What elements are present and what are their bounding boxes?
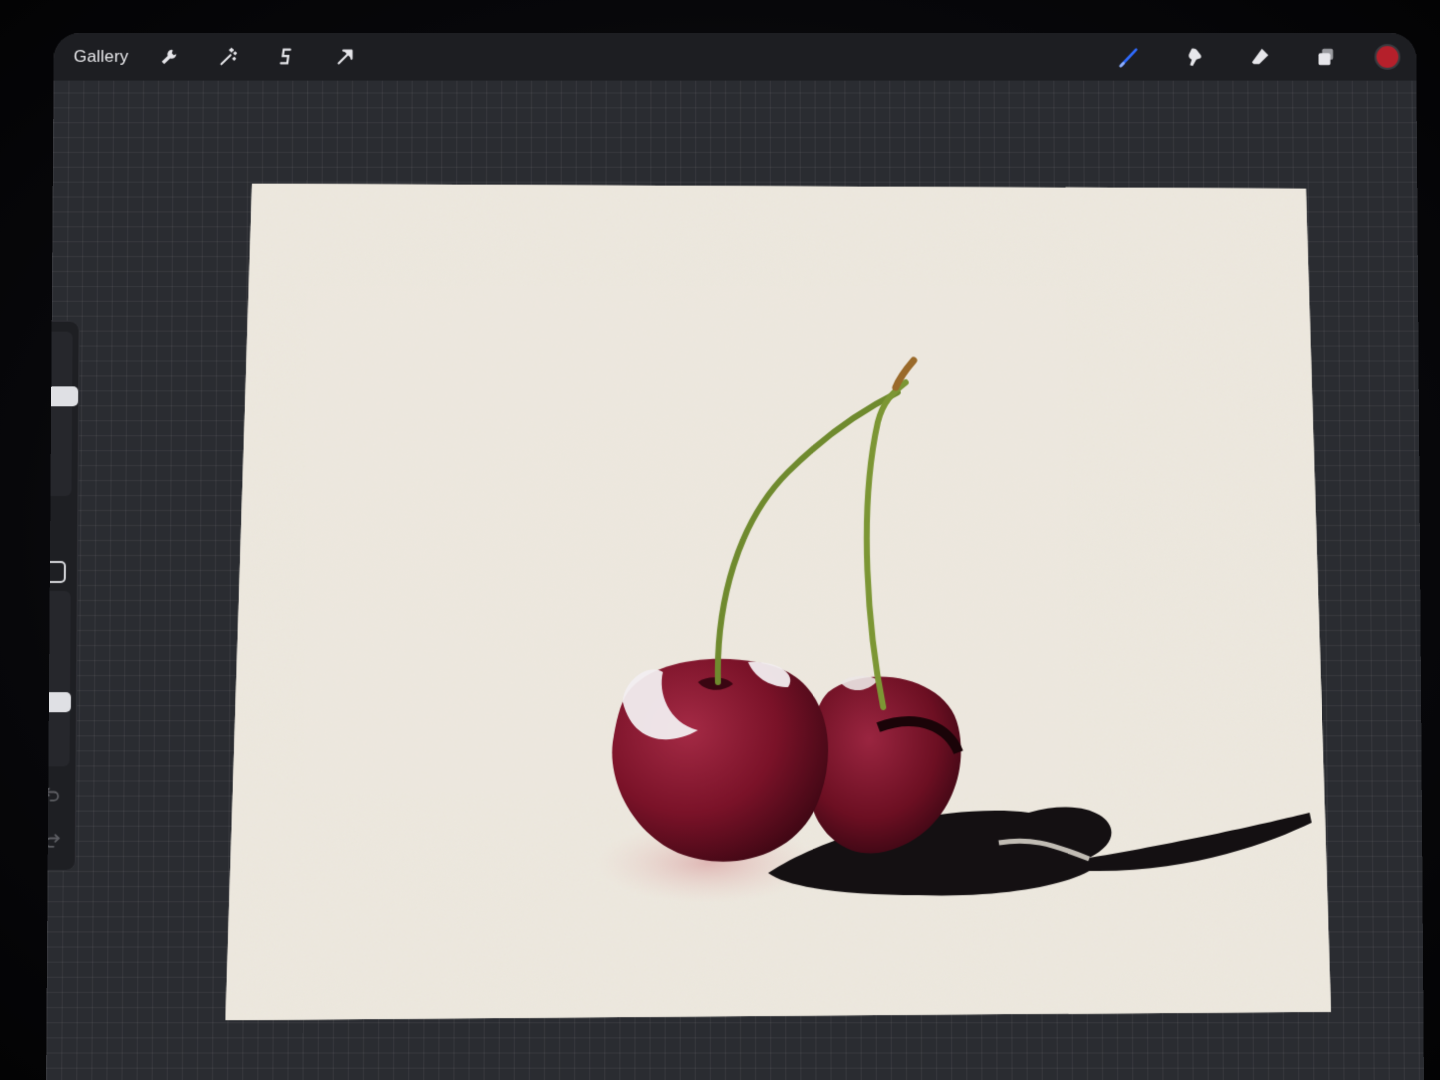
redo-button[interactable]: [46, 828, 67, 854]
eraser-icon[interactable]: [1243, 40, 1277, 74]
toolbar-left-group: Gallery: [54, 40, 388, 74]
redo-arrow-icon: [46, 831, 62, 851]
undo-arrow-icon: [46, 784, 62, 804]
drawing-canvas[interactable]: [225, 184, 1331, 1021]
opacity-slider-thumb[interactable]: [46, 691, 72, 712]
brush-icon[interactable]: [1112, 40, 1146, 74]
gallery-button[interactable]: Gallery: [74, 43, 139, 71]
paper-texture: [225, 184, 1331, 1021]
adjustments-magic-wand-icon[interactable]: [211, 40, 245, 74]
cherry-painting: [225, 184, 1331, 1021]
undo-button[interactable]: [46, 781, 67, 807]
opacity-slider[interactable]: [46, 591, 71, 767]
left-sidebar: [46, 320, 80, 871]
brush-size-slider-thumb[interactable]: [46, 386, 79, 407]
top-toolbar: Gallery: [53, 33, 1417, 81]
procreate-screen: Gallery: [46, 33, 1424, 1080]
transform-arrow-icon[interactable]: [328, 40, 362, 74]
modify-button[interactable]: [46, 560, 66, 583]
toolbar-right-group: [1112, 33, 1401, 80]
color-swatch[interactable]: [1374, 44, 1401, 70]
layers-icon[interactable]: [1309, 40, 1343, 74]
actions-wrench-icon[interactable]: [152, 40, 186, 74]
smudge-icon[interactable]: [1177, 40, 1211, 74]
selection-s-curve-icon[interactable]: [270, 40, 304, 74]
